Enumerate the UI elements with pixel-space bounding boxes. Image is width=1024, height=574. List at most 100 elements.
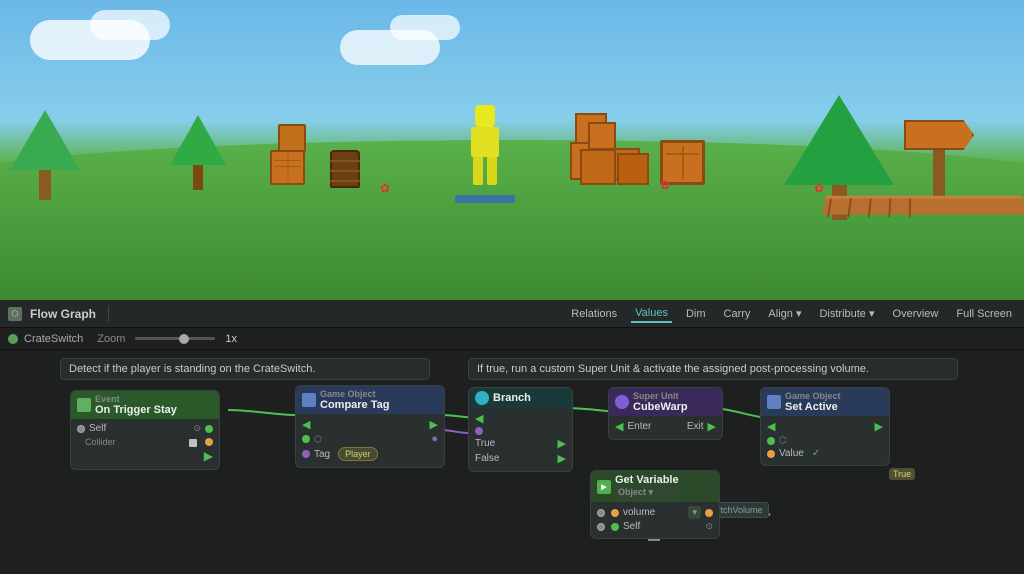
btn-dim[interactable]: Dim xyxy=(682,306,710,322)
zoom-thumb xyxy=(179,334,189,344)
crate-right-2 xyxy=(617,153,649,185)
game-viewport: ✿ ✿ ✿ xyxy=(0,0,1024,300)
exit-label: Exit xyxy=(687,421,704,432)
canvas-area[interactable]: Detect if the player is standing on the … xyxy=(0,350,1024,570)
superunit-enter-row: ◀ Enter Exit ▶ xyxy=(615,419,716,434)
node-set-active[interactable]: Game Object Set Active ◀ ▶ ⬡ Value ✓ xyxy=(760,387,890,466)
set-active-body: ◀ ▶ ⬡ Value ✓ xyxy=(761,416,889,465)
zoom-label: Zoom xyxy=(97,333,125,345)
cloud-2 xyxy=(90,10,170,40)
port-sa-go[interactable] xyxy=(767,437,775,445)
branch-true-row: True ▶ xyxy=(475,436,566,451)
port-volume[interactable] xyxy=(611,509,619,517)
port-gv-in[interactable] xyxy=(597,509,605,517)
btn-distribute[interactable]: Distribute ▾ xyxy=(815,305,878,322)
true-label-text: True xyxy=(475,438,495,449)
set-active-title: Set Active xyxy=(785,401,841,413)
compare-tag-body: ◀ ▶ ⬡ ● Tag Player xyxy=(296,414,444,467)
compare-flow-in: ◀ ▶ xyxy=(302,417,438,432)
self-circle: ⊙ xyxy=(193,423,201,434)
btn-relations[interactable]: Relations xyxy=(567,306,621,322)
checkmark: ✓ xyxy=(812,448,820,459)
btn-values[interactable]: Values xyxy=(631,305,672,323)
trigger-self-row: Self ⊙ xyxy=(77,422,213,435)
superunit-icon xyxy=(615,395,629,409)
node-super-unit[interactable]: Super Unit CubeWarp ◀ Enter Exit ▶ xyxy=(608,387,723,440)
crate-1 xyxy=(270,150,305,185)
toolbar-separator xyxy=(108,306,109,322)
port-tag-in[interactable] xyxy=(302,450,310,458)
banner-left: Detect if the player is standing on the … xyxy=(60,358,430,380)
port-gv-self-in[interactable] xyxy=(597,523,605,531)
exit-flow-out: ▶ xyxy=(708,420,716,433)
node-get-variable[interactable]: ▶ Get Variable Object ▾ volume ▾ Sel xyxy=(590,470,720,539)
flow-in-arrow: ◀ xyxy=(302,418,310,431)
superunit-header: Super Unit CubeWarp xyxy=(609,388,722,416)
set-active-category: Game Object xyxy=(785,391,841,401)
self-circle-gv: ⊙ xyxy=(705,521,713,532)
trigger-body: Self ⊙ Collider ▢ ▶ xyxy=(71,419,219,469)
branch-cond-row: True xyxy=(475,426,566,436)
port-gv-self[interactable] xyxy=(611,523,619,531)
btn-fullscreen[interactable]: Full Screen xyxy=(952,306,1016,322)
crate-right xyxy=(580,149,616,185)
gameobj-icon xyxy=(302,393,316,407)
getvar-header: ▶ Get Variable Object ▾ xyxy=(591,471,719,502)
branch-flow-in-arrow: ◀ xyxy=(475,412,483,425)
getvar-self-row: Self ⊙ xyxy=(597,520,713,533)
btn-align[interactable]: Align ▾ xyxy=(764,305,805,322)
port-sa-value[interactable] xyxy=(767,450,775,458)
result-out: ● xyxy=(431,433,438,445)
set-active-flow-in: ◀ xyxy=(767,420,775,433)
node-on-trigger-stay[interactable]: Event On Trigger Stay Self ⊙ Collider ▢ xyxy=(70,390,220,470)
superunit-body: ◀ Enter Exit ▶ xyxy=(609,416,722,439)
flowers-3: ✿ xyxy=(814,181,824,195)
port-self-out[interactable] xyxy=(77,425,85,433)
port-volume-out[interactable] xyxy=(705,509,713,517)
banner-left-text: Detect if the player is standing on the … xyxy=(69,363,315,375)
port-collider[interactable] xyxy=(205,438,213,446)
branch-title: Branch xyxy=(493,392,531,404)
getvar-volume-row: volume ▾ xyxy=(597,505,713,520)
breadcrumb-bar: CrateSwitch Zoom 1x xyxy=(0,328,1024,350)
banner-right: If true, run a custom Super Unit & activ… xyxy=(468,358,958,380)
btn-overview[interactable]: Overview xyxy=(889,306,943,322)
getvar-body: volume ▾ Self ⊙ xyxy=(591,502,719,538)
zoom-value: 1x xyxy=(225,333,237,345)
value-label: Value xyxy=(779,448,804,459)
compare-go-row: ⬡ ● xyxy=(302,432,438,446)
toolbar-right: Relations Values Dim Carry Align ▾ Distr… xyxy=(567,305,1016,323)
event-icon xyxy=(77,398,91,412)
player xyxy=(460,105,510,195)
trigger-collider-row: Collider ▢ xyxy=(77,435,213,448)
superunit-category: Super Unit xyxy=(633,391,688,401)
crate-2 xyxy=(278,124,306,152)
btn-carry[interactable]: Carry xyxy=(720,306,755,322)
flow-arrow-out: ▶ xyxy=(204,449,213,463)
getvar-icon: ▶ xyxy=(597,480,611,494)
compare-tag-header: Game Object Compare Tag xyxy=(296,386,444,414)
node-branch[interactable]: Branch ◀ True True ▶ False ▶ xyxy=(468,387,573,472)
set-active-go-row: ⬡ xyxy=(767,434,883,447)
bridge xyxy=(822,196,1024,215)
set-active-icon xyxy=(767,395,781,409)
volume-label: volume xyxy=(623,507,655,518)
port-go-in[interactable] xyxy=(302,435,310,443)
flow-graph-icon: ⬡ xyxy=(8,307,22,321)
port-self-in[interactable] xyxy=(205,425,213,433)
enter-flow-in: ◀ xyxy=(615,420,623,433)
true-flow-out: ▶ xyxy=(558,437,566,450)
zoom-slider[interactable] xyxy=(135,337,215,340)
trigger-title: On Trigger Stay xyxy=(95,404,177,416)
branch-body: ◀ True True ▶ False ▶ xyxy=(469,408,572,471)
tree-mid xyxy=(170,115,226,190)
volume-dropdown[interactable]: ▾ xyxy=(688,506,701,519)
toolbar: ⬡ Flow Graph Relations Values Dim Carry … xyxy=(0,300,1024,328)
cloud-4 xyxy=(390,15,460,40)
node-compare-tag[interactable]: Game Object Compare Tag ◀ ▶ ⬡ ● Tag Play xyxy=(295,385,445,468)
set-active-value-row: Value ✓ xyxy=(767,447,883,460)
superunit-title: CubeWarp xyxy=(633,401,688,413)
tag-label: Tag xyxy=(314,449,330,460)
port-condition[interactable] xyxy=(475,427,483,435)
compare-tag-row: Tag Player xyxy=(302,446,438,462)
